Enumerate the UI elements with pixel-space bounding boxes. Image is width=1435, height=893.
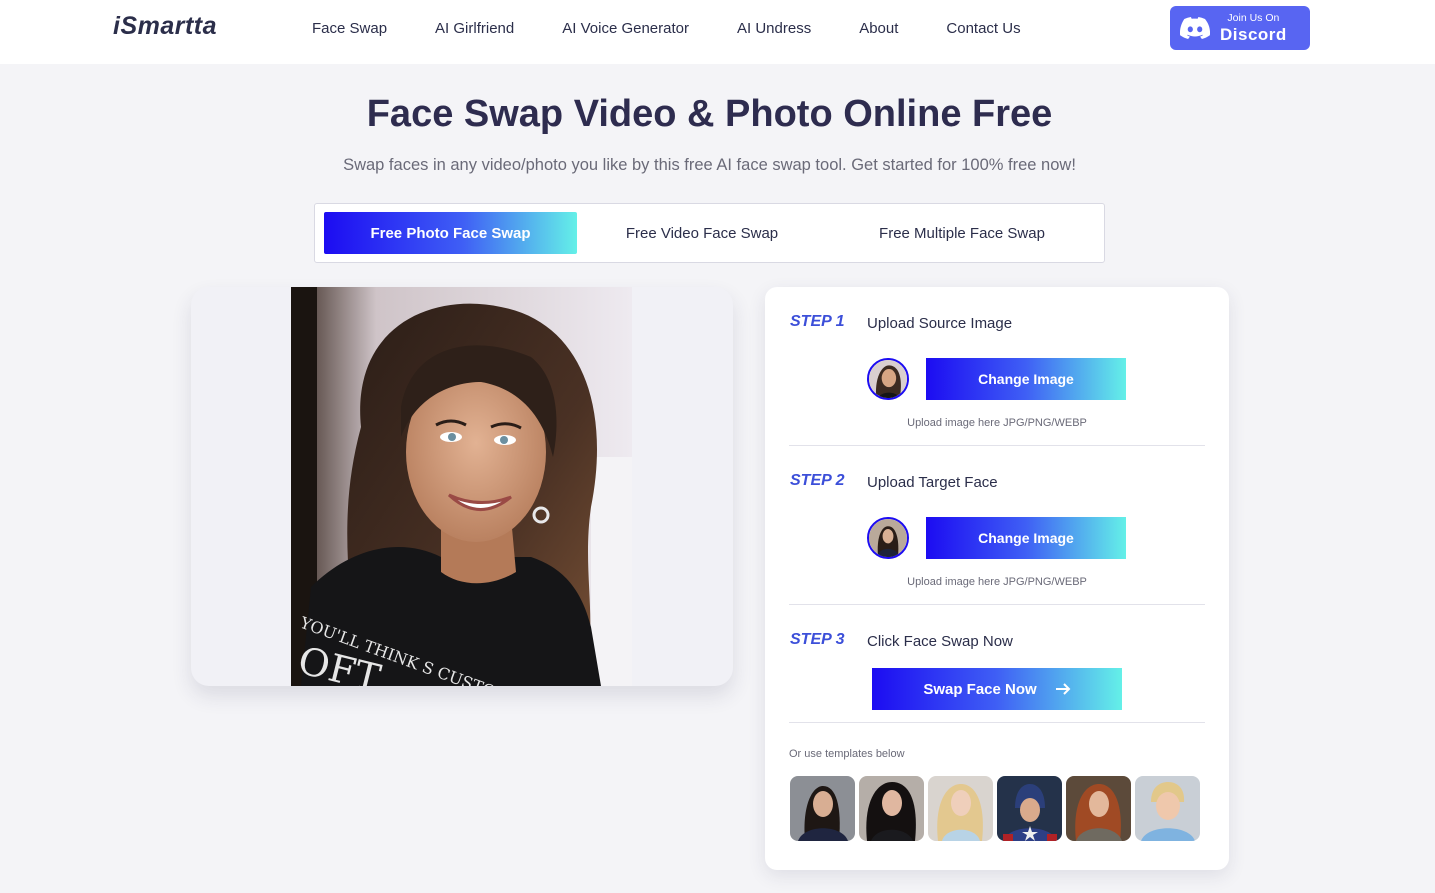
step-1-label: STEP 1 [790, 313, 845, 330]
change-target-face-button[interactable]: Change Image [926, 517, 1126, 559]
page-title: Face Swap Video & Photo Online Free [366, 93, 1053, 135]
template-blonde-man[interactable] [1135, 776, 1200, 841]
top-header: iSmartta Face Swap AI Girlfriend AI Voic… [0, 0, 1435, 64]
nav-contact-us[interactable]: Contact Us [946, 20, 1020, 37]
change-source-image-button[interactable]: Change Image [926, 358, 1126, 400]
tab-free-multiple-face-swap[interactable]: Free Multiple Face Swap [827, 212, 1097, 254]
discord-icon [1180, 17, 1210, 39]
swap-face-now-label: Swap Face Now [923, 680, 1037, 698]
template-gallery [790, 776, 1204, 841]
step-2-label: STEP 2 [790, 472, 845, 489]
template-curly-hair-woman[interactable] [859, 776, 924, 841]
nav-ai-girlfriend[interactable]: AI Girlfriend [435, 20, 514, 37]
step-1-hint: Upload image here JPG/PNG/WEBP [907, 417, 1087, 429]
page-subtitle: Swap faces in any video/photo you like b… [343, 156, 1076, 174]
step-3-label: STEP 3 [790, 631, 845, 648]
step-2-title: Upload Target Face [867, 474, 998, 491]
site-logo[interactable]: iSmartta [113, 12, 217, 41]
source-image-thumbnail [867, 358, 909, 400]
preview-photo: YOU'LL THINK S CUSTOMADE OFT [291, 287, 632, 686]
step-1-title: Upload Source Image [867, 315, 1013, 332]
main-nav: Face Swap AI Girlfriend AI Voice Generat… [312, 20, 1069, 37]
nav-ai-undress[interactable]: AI Undress [737, 20, 811, 37]
result-preview-card: YOU'LL THINK S CUSTOMADE OFT [191, 287, 733, 686]
tab-free-photo-face-swap[interactable]: Free Photo Face Swap [324, 212, 577, 254]
template-blonde-woman[interactable] [928, 776, 993, 841]
templates-label: Or use templates below [789, 748, 905, 760]
tab-free-video-face-swap[interactable]: Free Video Face Swap [577, 212, 827, 254]
step-3-title: Click Face Swap Now [867, 633, 1013, 650]
mode-tabs: Free Photo Face Swap Free Video Face Swa… [314, 203, 1105, 263]
step-divider [789, 722, 1205, 723]
step-divider [789, 445, 1205, 446]
arrow-right-icon [1055, 683, 1071, 695]
template-captain-hero[interactable] [997, 776, 1062, 841]
discord-brand-label: Discord [1220, 24, 1287, 44]
template-red-hair-warrior[interactable] [1066, 776, 1131, 841]
nav-about[interactable]: About [859, 20, 898, 37]
target-face-thumbnail [867, 517, 909, 559]
discord-join-button[interactable]: Join Us On Discord [1170, 6, 1310, 50]
nav-face-swap[interactable]: Face Swap [312, 20, 387, 37]
swap-face-now-button[interactable]: Swap Face Now [872, 668, 1122, 710]
step-2-hint: Upload image here JPG/PNG/WEBP [907, 576, 1087, 588]
discord-join-label: Join Us On [1227, 12, 1280, 25]
steps-panel: STEP 1 Upload Source Image Change Image … [765, 287, 1229, 870]
step-divider [789, 604, 1205, 605]
nav-ai-voice-generator[interactable]: AI Voice Generator [562, 20, 689, 37]
template-dark-hair-woman[interactable] [790, 776, 855, 841]
